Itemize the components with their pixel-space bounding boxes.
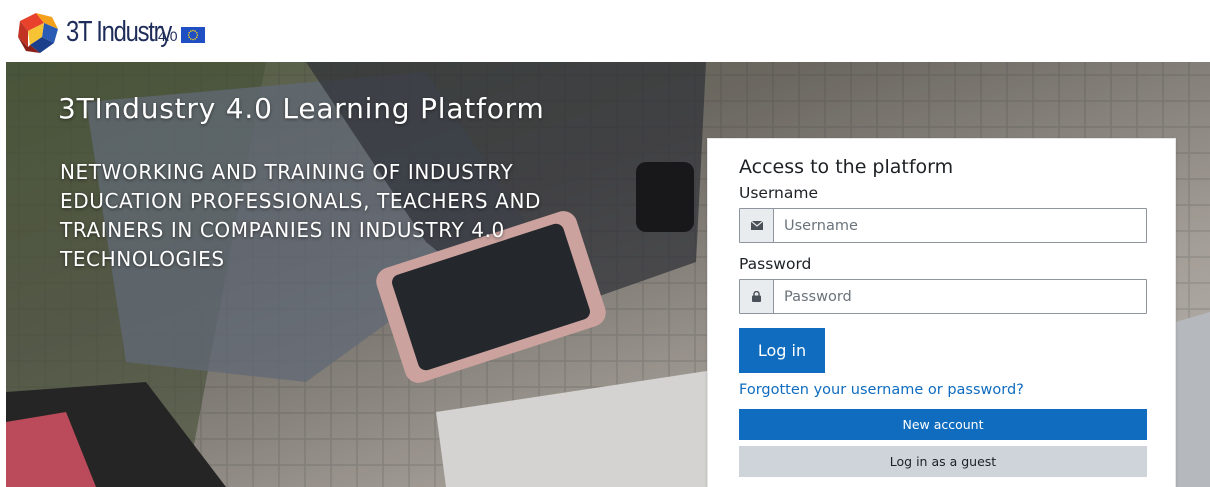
login-panel: Access to the platform Username Password… <box>707 138 1176 487</box>
lock-icon <box>740 280 774 313</box>
username-input[interactable] <box>774 209 1146 242</box>
new-account-button[interactable]: New account <box>739 409 1147 440</box>
password-label: Password <box>739 255 812 273</box>
username-input-group <box>739 208 1147 243</box>
forgot-password-link[interactable]: Forgotten your username or password? <box>739 382 1145 398</box>
login-button[interactable]: Log in <box>739 328 825 373</box>
username-label: Username <box>739 184 819 202</box>
hero-subtitle: NETWORKING AND TRAINING OF INDUSTRY EDUC… <box>60 160 542 271</box>
password-input-group <box>739 279 1147 314</box>
login-title: Access to the platform <box>739 156 954 178</box>
cube-logo-icon <box>18 13 58 53</box>
site-header: 3T Industry 4.0 <box>0 0 1210 62</box>
site-logo-link[interactable]: 3T Industry 4.0 <box>14 12 205 53</box>
eu-flag-icon <box>180 27 205 43</box>
hero-title: 3TIndustry 4.0 Learning Platform <box>58 92 545 125</box>
logo-text: 3T Industry <box>66 15 172 48</box>
password-input[interactable] <box>774 280 1146 313</box>
guest-login-button[interactable]: Log in as a guest <box>739 446 1147 477</box>
envelope-icon <box>740 209 774 242</box>
hero-banner: 3TIndustry 4.0 Learning Platform NETWORK… <box>6 62 1210 487</box>
